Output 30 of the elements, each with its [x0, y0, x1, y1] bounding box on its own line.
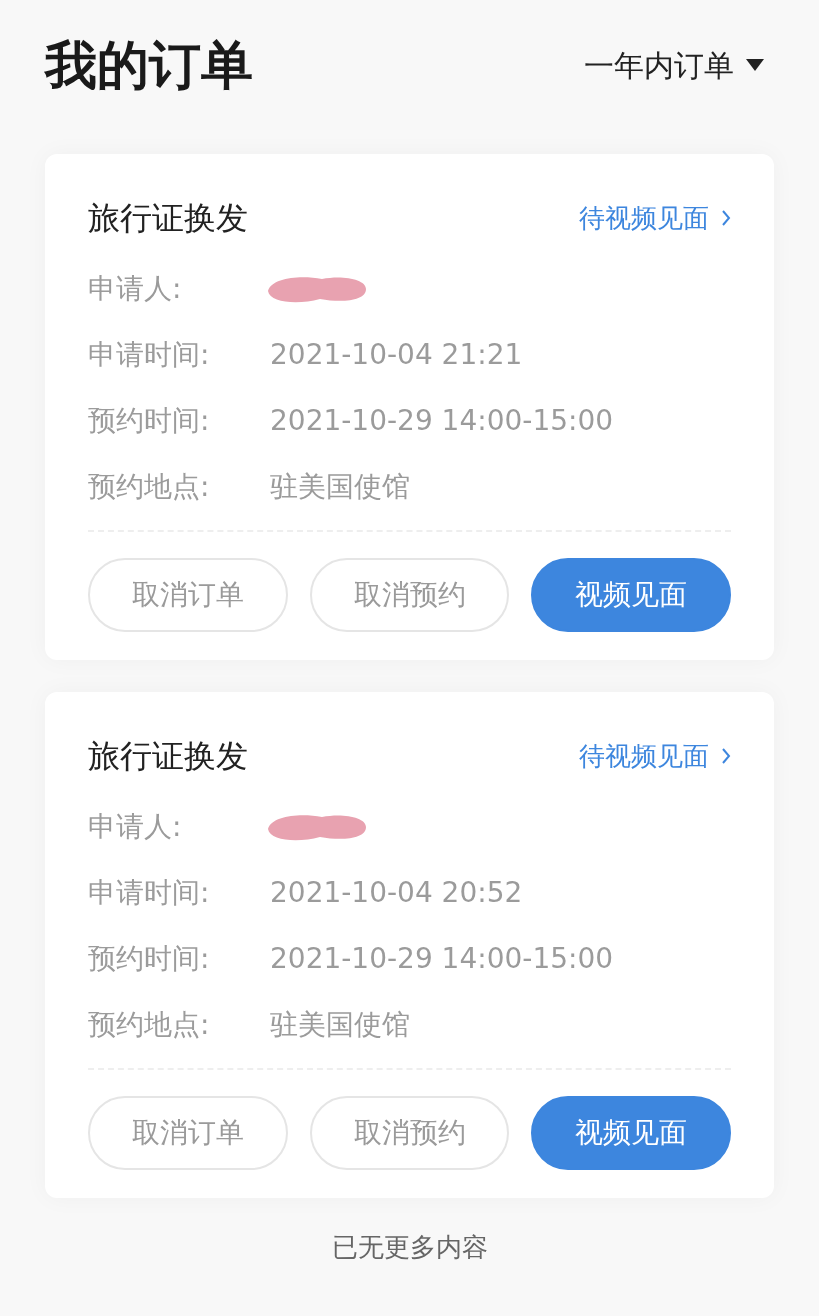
field-label: 申请时间:: [88, 337, 211, 373]
time-filter-dropdown[interactable]: 一年内订单: [584, 42, 764, 88]
end-of-list-text: 已无更多内容: [331, 1231, 488, 1264]
field-label: 申请时间:: [88, 875, 211, 911]
caret-down-icon: [746, 59, 764, 71]
order-title: 旅行证换发: [88, 198, 248, 239]
order-action-button[interactable]: 视频见面: [531, 1096, 731, 1170]
order-action-button[interactable]: 取消预约: [309, 1096, 510, 1170]
field-value: 驻美国使馆: [270, 469, 410, 505]
order-action-button[interactable]: 取消订单: [88, 558, 288, 632]
field-value: 2021-10-04 21:21: [270, 337, 523, 373]
field-value: 2021-10-29 14:00-15:00: [270, 403, 614, 439]
field-label: 申请人:: [88, 809, 183, 845]
field-value: 驻美国使馆: [270, 1007, 410, 1043]
field-label: 预约时间:: [88, 941, 211, 977]
field-label: 预约时间:: [88, 403, 211, 439]
order-action-button[interactable]: 视频见面: [531, 558, 731, 632]
order-status-link[interactable]: 待视频见面: [579, 198, 731, 238]
chevron-right-icon: [721, 209, 731, 227]
order-action-button[interactable]: 取消预约: [309, 558, 510, 632]
order-title: 旅行证换发: [88, 736, 248, 777]
field-label: 预约地点:: [88, 1007, 211, 1043]
field-value: 2021-10-29 14:00-15:00: [270, 941, 614, 977]
order-status-link[interactable]: 待视频见面: [579, 736, 731, 776]
field-label: 申请人:: [88, 271, 183, 307]
order-action-button[interactable]: 取消订单: [88, 1096, 288, 1170]
page-title: 我的订单: [45, 34, 253, 97]
chevron-right-icon: [721, 747, 731, 765]
field-value: 2021-10-04 20:52: [270, 875, 523, 911]
field-label: 预约地点:: [88, 469, 211, 505]
